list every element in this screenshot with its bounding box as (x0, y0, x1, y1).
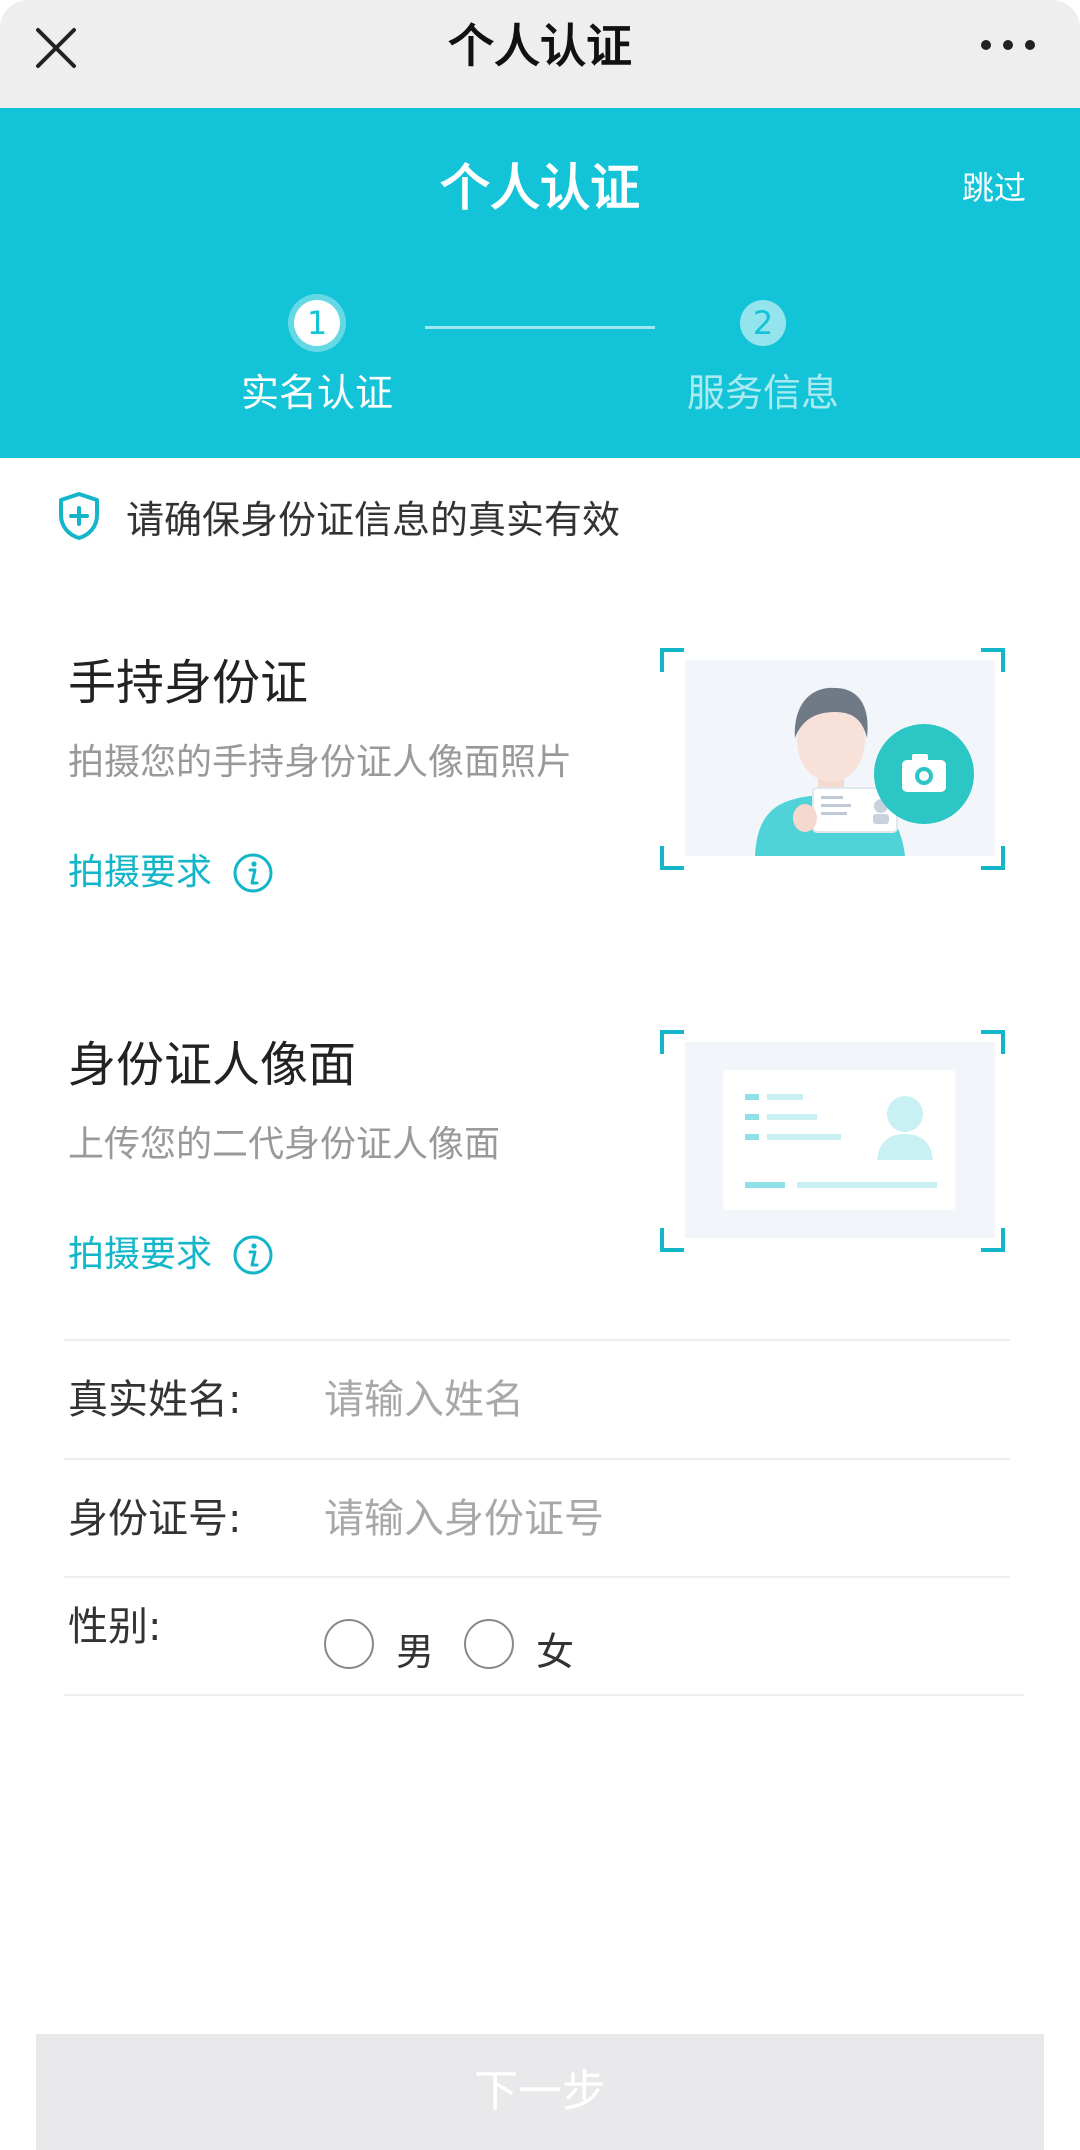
gender-row: 性别: 男 女 (68, 1579, 1008, 1697)
gender-male-label[interactable]: 男 (396, 1621, 434, 1676)
gender-label: 性别: (68, 1604, 162, 1650)
next-step-button[interactable]: 下一步 (36, 2034, 1044, 2150)
photo-requirements-link[interactable]: 拍摄要求 (68, 848, 274, 898)
upload-title: 手持身份证 (68, 655, 309, 711)
gender-female-radio[interactable] (464, 1618, 515, 1669)
upload-handheld-id: 手持身份证 拍摄您的手持身份证人像面照片 拍摄要求 (0, 648, 1080, 908)
upload-id-front: 身份证人像面 上传您的二代身份证人像面 拍摄要求 (0, 1030, 1080, 1290)
photo-requirements-link[interactable]: 拍摄要求 (68, 1230, 274, 1280)
form-divider (64, 1576, 1010, 1578)
step-label: 实名认证 (240, 371, 393, 415)
notice-text: 请确保身份证信息的真实有效 (126, 497, 621, 542)
frame-corner (660, 1030, 684, 1054)
app-bar-title: 个人认证 (448, 19, 632, 73)
shield-plus-icon (59, 492, 99, 540)
info-icon[interactable] (232, 1234, 274, 1276)
step-service-info: 2 服务信息 (653, 300, 873, 420)
more-icon[interactable] (978, 34, 1038, 56)
app-bar: 个人认证 (0, 0, 1080, 108)
frame-corner (660, 648, 684, 672)
step-number: 1 (294, 300, 340, 346)
upload-id-front-button[interactable] (660, 1030, 1005, 1252)
step-label: 服务信息 (686, 371, 839, 415)
id-card-front-illustration (685, 1042, 995, 1238)
skip-button[interactable]: 跳过 (962, 158, 1026, 218)
frame-corner (660, 1228, 684, 1252)
info-icon[interactable] (232, 852, 274, 894)
gender-male-radio[interactable] (324, 1618, 374, 1669)
id-number-label: 身份证号: (68, 1496, 242, 1542)
id-number-row: 身份证号: (68, 1461, 1008, 1579)
name-label: 真实姓名: (68, 1377, 242, 1423)
upload-description: 上传您的二代身份证人像面 (68, 1124, 501, 1165)
name-input[interactable] (324, 1370, 1004, 1430)
upload-description: 拍摄您的手持身份证人像面照片 (68, 742, 573, 783)
gender-female-label[interactable]: 女 (536, 1621, 574, 1676)
step-connector (425, 326, 655, 329)
step-number: 2 (740, 300, 786, 346)
step-real-name: 1 实名认证 (207, 300, 427, 420)
id-number-input[interactable] (324, 1489, 1004, 1549)
form-divider (64, 1339, 1010, 1341)
form-divider (64, 1694, 1024, 1696)
frame-corner (660, 846, 684, 870)
camera-icon[interactable] (872, 722, 976, 826)
name-row: 真实姓名: (68, 1342, 1008, 1460)
requirements-label: 拍摄要求 (68, 852, 213, 893)
form-divider (64, 1458, 1010, 1460)
page-title: 个人认证 (440, 159, 640, 217)
gender-radio-group: 男 女 (324, 1611, 604, 1676)
verification-notice: 请确保身份证信息的真实有效 (56, 488, 620, 544)
requirements-label: 拍摄要求 (68, 1234, 213, 1275)
upload-handheld-id-button[interactable] (660, 648, 1005, 870)
page-header: 个人认证 跳过 1 实名认证 2 服务信息 (0, 108, 1080, 458)
upload-title: 身份证人像面 (68, 1037, 357, 1093)
